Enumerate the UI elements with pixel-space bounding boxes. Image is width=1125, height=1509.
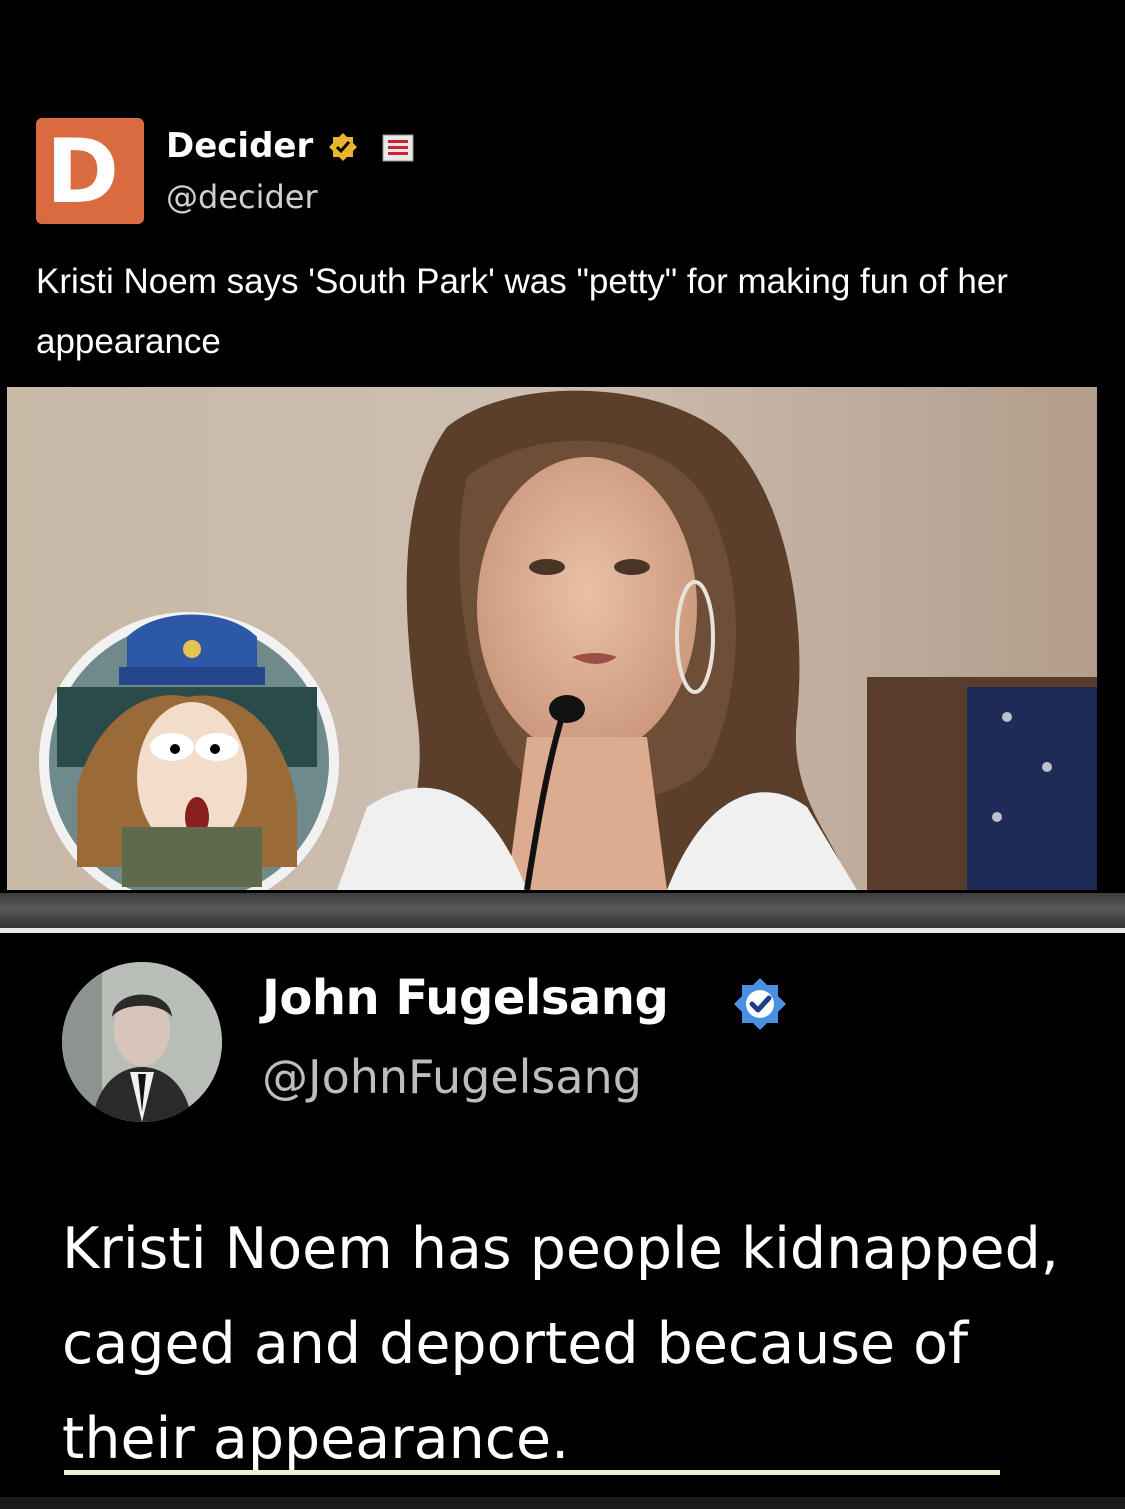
avatar-letter: D <box>46 120 120 223</box>
divider-line <box>0 928 1125 933</box>
avatar-portrait <box>62 962 222 1122</box>
decider-avatar[interactable]: D <box>36 118 144 224</box>
text-underline <box>64 1470 1000 1475</box>
verified-badge-blue-icon <box>734 978 786 1030</box>
top-black-bar <box>0 0 1125 104</box>
author-handle[interactable]: @decider <box>166 178 318 216</box>
author-handle[interactable]: @JohnFugelsang <box>262 1050 642 1104</box>
affiliate-flag-icon <box>382 134 414 162</box>
screenshot-divider <box>0 893 1125 931</box>
post-image[interactable] <box>7 387 1097 890</box>
author-name[interactable]: Decider <box>166 126 313 166</box>
author-name[interactable]: John Fugelsang <box>262 970 669 1026</box>
post-text: Kristi Noem has people kidnapped, caged … <box>62 1216 1059 1472</box>
bottom-edge <box>0 1497 1125 1509</box>
verified-badge-gold-icon <box>329 133 357 161</box>
post-text: Kristi Noem says 'South Park' was "petty… <box>36 262 1008 361</box>
card-edge <box>1113 934 1125 1499</box>
fugelsang-avatar[interactable] <box>62 962 222 1122</box>
news-photo-illustration <box>7 387 1097 890</box>
